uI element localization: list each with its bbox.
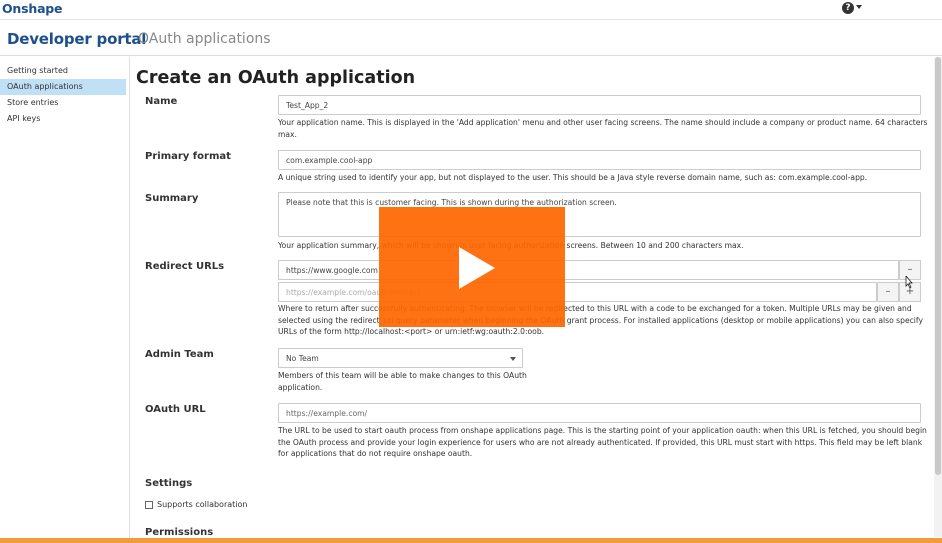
permissions-label: Permissions: [145, 527, 214, 538]
redirect-help-line1: Where to return after successfully authe…: [278, 304, 912, 313]
summary-help: Your application summary, which will be …: [278, 241, 744, 250]
redirect-help-line2: selected using the redirect_uri query pa…: [278, 315, 923, 325]
sidebar-item-api-keys[interactable]: API keys: [0, 111, 126, 127]
top-bar: Onshape ?: [0, 0, 942, 20]
primary-format-help: A unique string used to identify your ap…: [278, 173, 868, 182]
redirect-urls-label: Redirect URLs: [145, 261, 225, 272]
help-icon[interactable]: ?: [842, 2, 854, 14]
oauth-url-help-line2: the OAuth process and provide your login…: [278, 437, 923, 447]
oauth-url-input[interactable]: https://example.com/: [278, 403, 921, 423]
progress-bar: [0, 538, 942, 543]
video-play-button[interactable]: [379, 207, 565, 327]
chevron-down-icon[interactable]: [856, 5, 862, 9]
sidebar: Getting started OAuth applications Store…: [0, 57, 130, 543]
primary-format-input[interactable]: com.example.cool-app: [278, 150, 921, 170]
onshape-logo[interactable]: Onshape: [2, 1, 63, 16]
portal-header: Developer portal OAuth applications: [0, 21, 942, 56]
sidebar-item-oauth-applications[interactable]: OAuth applications: [0, 79, 126, 95]
breadcrumb-section: OAuth applications: [138, 31, 271, 47]
redirect-url-input-2[interactable]: https://example.com/oauthRedirect: [278, 282, 877, 302]
oauth-url-label: OAuth URL: [145, 404, 206, 415]
supports-collaboration-checkbox[interactable]: [145, 501, 153, 509]
remove-url-button-2[interactable]: –: [877, 282, 899, 302]
redirect-help-line3: URLs of the form http://localhost:<port>…: [278, 327, 545, 336]
name-label: Name: [145, 96, 178, 107]
admin-team-select[interactable]: No Team: [278, 348, 523, 368]
scrollbar-thumb[interactable]: [935, 57, 941, 475]
name-input[interactable]: Test_App_2: [278, 95, 921, 115]
chevron-down-icon: [510, 357, 516, 361]
page-title: Create an OAuth application: [136, 68, 416, 88]
admin-team-value: No Team: [286, 354, 319, 363]
supports-collaboration-label[interactable]: Supports collaboration: [157, 500, 247, 509]
summary-label: Summary: [145, 193, 199, 204]
redirect-url-input-1[interactable]: https://www.google.com: [278, 260, 899, 280]
name-help: Your application name. This is displayed…: [278, 117, 928, 140]
redirect-help: Where to return after successfully authe…: [278, 303, 928, 338]
admin-team-label: Admin Team: [145, 349, 214, 360]
mouse-cursor-icon: [905, 276, 913, 288]
admin-team-help-line1: Members of this team will be able to mak…: [278, 371, 527, 380]
play-icon: [459, 247, 495, 289]
oauth-url-help-line3: for applications that do not require ons…: [278, 449, 473, 458]
primary-format-label: Primary format: [145, 151, 231, 162]
name-help-line2: max.: [278, 129, 297, 139]
oauth-url-help: The URL to be used to start oauth proces…: [278, 425, 928, 460]
admin-team-help: Members of this team will be able to mak…: [278, 370, 538, 393]
scrollbar[interactable]: [934, 57, 942, 537]
sidebar-item-store-entries[interactable]: Store entries: [0, 95, 126, 111]
portal-title[interactable]: Developer portal: [7, 30, 146, 48]
name-help-line1: Your application name. This is displayed…: [278, 118, 928, 127]
sidebar-item-getting-started[interactable]: Getting started: [0, 63, 126, 79]
oauth-url-help-line1: The URL to be used to start oauth proces…: [278, 426, 927, 435]
settings-label: Settings: [145, 478, 193, 489]
summary-textarea[interactable]: Please note that this is customer facing…: [278, 192, 921, 237]
admin-team-help-line2: application.: [278, 382, 323, 392]
